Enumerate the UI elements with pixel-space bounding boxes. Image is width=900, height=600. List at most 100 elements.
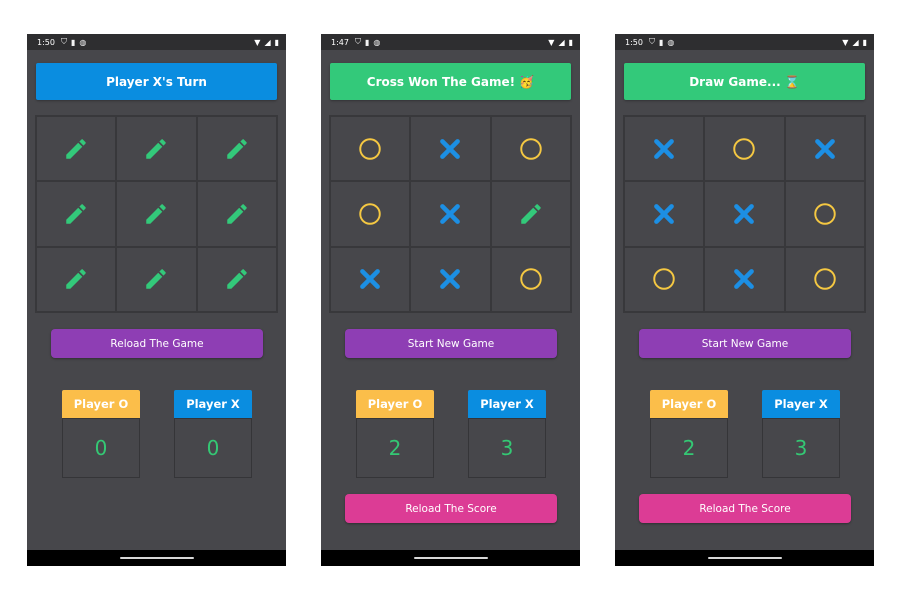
status-right-icons: ▼ ◢ ▮ bbox=[254, 38, 279, 47]
board-cell[interactable] bbox=[116, 116, 197, 182]
sync-icon: ◍ bbox=[667, 37, 675, 47]
cross-mark-icon bbox=[734, 269, 755, 290]
board-cell[interactable] bbox=[196, 116, 277, 182]
board-cell[interactable] bbox=[490, 181, 571, 247]
phone-screen-draw: 1:50 ⛉ ▮ ◍ ▼ ◢ ▮ Draw Game... ⌛ Start Ne… bbox=[615, 34, 874, 566]
sync-icon: ◍ bbox=[373, 37, 381, 47]
battery-icon: ▮ bbox=[862, 37, 867, 47]
circle-mark-icon bbox=[814, 268, 836, 291]
shield-icon: ⛉ bbox=[354, 37, 361, 46]
circle-mark-icon bbox=[814, 203, 836, 225]
status-time: 1:50 bbox=[37, 37, 55, 47]
sd-card-icon: ▮ bbox=[658, 37, 664, 47]
signal-icon: ◢ bbox=[558, 37, 565, 47]
circle-mark-icon bbox=[520, 268, 542, 291]
board-cell[interactable] bbox=[330, 181, 411, 247]
board-cell[interactable] bbox=[784, 246, 865, 312]
board-cell[interactable] bbox=[784, 116, 865, 182]
status-bar: 1:47 ⛉ ▮ ◍ ▼ ◢ ▮ bbox=[321, 34, 580, 50]
pencil-icon bbox=[146, 269, 167, 290]
board-cell[interactable] bbox=[330, 246, 411, 312]
reload-score-button[interactable]: Reload The Score bbox=[345, 494, 557, 523]
start-new-game-button[interactable]: Start New Game bbox=[345, 329, 557, 358]
cross-mark-icon bbox=[440, 138, 461, 159]
board-cell[interactable] bbox=[116, 181, 197, 247]
navigation-bar bbox=[27, 550, 286, 566]
circle-mark-icon bbox=[359, 137, 381, 160]
score-card-player-x: Player X 0 bbox=[174, 390, 252, 478]
board-cell[interactable] bbox=[624, 116, 705, 182]
pencil-icon bbox=[521, 204, 541, 224]
board-cell[interactable] bbox=[410, 116, 491, 182]
board-cell[interactable] bbox=[410, 181, 491, 247]
circle-mark-icon bbox=[733, 137, 756, 160]
player-x-label: Player X bbox=[468, 390, 546, 418]
cross-mark-icon bbox=[360, 269, 381, 290]
pencil-icon bbox=[66, 204, 86, 224]
board-cell[interactable] bbox=[36, 246, 117, 312]
board-cell[interactable] bbox=[36, 116, 117, 182]
board-cell[interactable] bbox=[704, 181, 785, 247]
board-cell[interactable] bbox=[624, 181, 705, 247]
player-x-score: 3 bbox=[762, 418, 840, 478]
start-new-game-button[interactable]: Start New Game bbox=[639, 329, 851, 358]
pencil-icon bbox=[146, 204, 167, 224]
wifi-icon: ▼ bbox=[842, 37, 849, 47]
cross-mark-icon bbox=[440, 269, 461, 290]
pencil-icon bbox=[66, 138, 86, 159]
status-bar: 1:50 ⛉ ▮ ◍ ▼ ◢ ▮ bbox=[615, 34, 874, 50]
sync-icon: ◍ bbox=[79, 37, 87, 47]
signal-icon: ◢ bbox=[852, 37, 859, 47]
player-o-score: 2 bbox=[356, 418, 434, 478]
game-board bbox=[623, 115, 866, 313]
score-card-player-x: Player X 3 bbox=[762, 390, 840, 478]
pencil-icon bbox=[227, 204, 247, 224]
status-bar: 1:50 ⛉ ▮ ◍ ▼ ◢ ▮ bbox=[27, 34, 286, 50]
game-board bbox=[35, 115, 278, 313]
board-cell[interactable] bbox=[624, 246, 705, 312]
cross-mark-icon bbox=[654, 138, 675, 159]
board-cell[interactable] bbox=[116, 246, 197, 312]
score-card-player-x: Player X 3 bbox=[468, 390, 546, 478]
score-card-player-o: Player O 2 bbox=[650, 390, 728, 478]
board-cell[interactable] bbox=[704, 246, 785, 312]
cross-mark-icon bbox=[440, 204, 461, 224]
shield-icon: ⛉ bbox=[648, 37, 655, 46]
status-time: 1:47 bbox=[331, 37, 349, 47]
player-o-label: Player O bbox=[650, 390, 728, 418]
battery-icon: ▮ bbox=[568, 37, 573, 47]
board-cell[interactable] bbox=[490, 116, 571, 182]
board-cell[interactable] bbox=[330, 116, 411, 182]
player-x-label: Player X bbox=[762, 390, 840, 418]
sd-card-icon: ▮ bbox=[364, 37, 370, 47]
result-banner: Draw Game... ⌛ bbox=[624, 63, 865, 100]
home-gesture-pill[interactable] bbox=[119, 557, 194, 559]
board-cell[interactable] bbox=[196, 181, 277, 247]
score-card-player-o: Player O 0 bbox=[62, 390, 140, 478]
circle-mark-icon bbox=[359, 203, 381, 225]
player-x-score: 0 bbox=[174, 418, 252, 478]
board-cell[interactable] bbox=[36, 181, 117, 247]
banner-text: Draw Game... ⌛ bbox=[689, 74, 800, 89]
phone-screen-turn: 1:50 ⛉ ▮ ◍ ▼ ◢ ▮ Player X's Turn Reload … bbox=[27, 34, 286, 566]
player-x-label: Player X bbox=[174, 390, 252, 418]
circle-mark-icon bbox=[653, 268, 675, 291]
pencil-icon bbox=[227, 138, 247, 159]
player-o-label: Player O bbox=[62, 390, 140, 418]
player-o-score: 0 bbox=[62, 418, 140, 478]
board-cell[interactable] bbox=[196, 246, 277, 312]
home-gesture-pill[interactable] bbox=[707, 557, 782, 559]
pencil-icon bbox=[146, 138, 167, 159]
board-cell[interactable] bbox=[784, 181, 865, 247]
pencil-icon bbox=[227, 269, 247, 290]
phone-screen-cross-won: 1:47 ⛉ ▮ ◍ ▼ ◢ ▮ Cross Won The Game! 🥳 S… bbox=[321, 34, 580, 566]
board-cell[interactable] bbox=[704, 116, 785, 182]
cross-mark-icon bbox=[654, 204, 675, 224]
board-cell[interactable] bbox=[410, 246, 491, 312]
reload-score-button[interactable]: Reload The Score bbox=[639, 494, 851, 523]
turn-banner: Player X's Turn bbox=[36, 63, 277, 100]
home-gesture-pill[interactable] bbox=[413, 557, 488, 559]
navigation-bar bbox=[615, 550, 874, 566]
board-cell[interactable] bbox=[490, 246, 571, 312]
reload-game-button[interactable]: Reload The Game bbox=[51, 329, 263, 358]
